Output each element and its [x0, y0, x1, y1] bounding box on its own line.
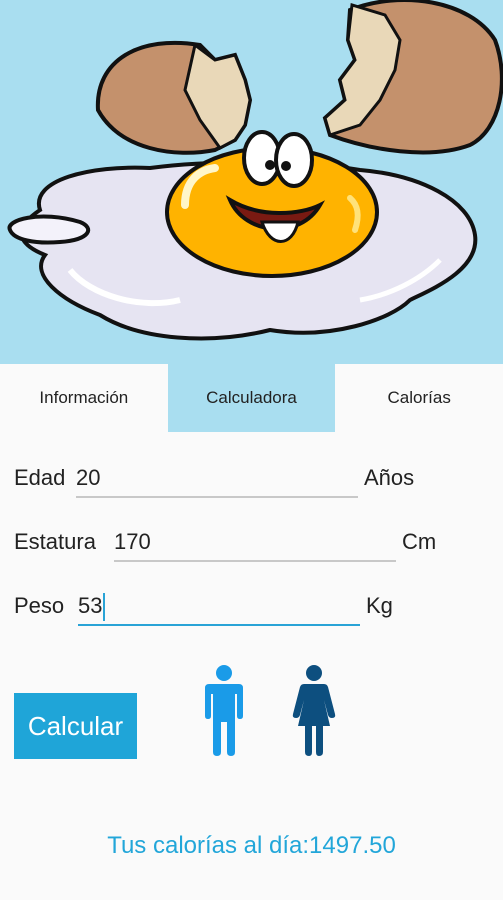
estatura-row: Estatura 170 Cm	[0, 522, 503, 562]
tab-label: Información	[39, 388, 129, 407]
tab-informacion[interactable]: Información	[0, 364, 168, 432]
edad-unit: Años	[364, 465, 415, 490]
edad-row: Edad 20 Años	[0, 458, 503, 498]
estatura-unit: Cm	[402, 529, 437, 554]
peso-input[interactable]: 53	[78, 586, 360, 626]
female-person-icon	[292, 665, 336, 756]
tab-calorias[interactable]: Calorías	[335, 364, 503, 432]
edad-input[interactable]: 20	[76, 458, 358, 498]
estatura-label: Estatura	[14, 529, 96, 554]
tab-label: Calorías	[387, 388, 451, 407]
female-gender-button[interactable]	[292, 664, 336, 761]
estatura-value: 170	[114, 529, 151, 554]
peso-value: 53	[78, 593, 103, 618]
peso-label: Peso	[14, 593, 65, 618]
peso-unit: Kg	[366, 593, 393, 618]
tab-calculadora[interactable]: Calculadora	[167, 364, 336, 432]
edad-label: Edad	[14, 465, 66, 490]
calories-result: Tus calorías al día:1497.50	[107, 832, 396, 859]
tab-label: Calculadora	[206, 388, 297, 407]
text-cursor	[103, 593, 106, 622]
edad-value: 20	[76, 465, 101, 490]
calcular-button[interactable]: Calcular	[14, 693, 137, 759]
peso-row: Peso 53 Kg	[0, 586, 503, 626]
male-person-icon	[205, 665, 243, 756]
male-gender-button[interactable]	[203, 664, 245, 761]
calcular-label: Calcular	[27, 710, 124, 741]
cartoon-egg-icon	[7, 0, 503, 341]
tab-bar: Información Calculadora Calorías	[0, 364, 503, 432]
hero-illustration	[0, 0, 503, 364]
estatura-input[interactable]: 170	[114, 522, 396, 562]
